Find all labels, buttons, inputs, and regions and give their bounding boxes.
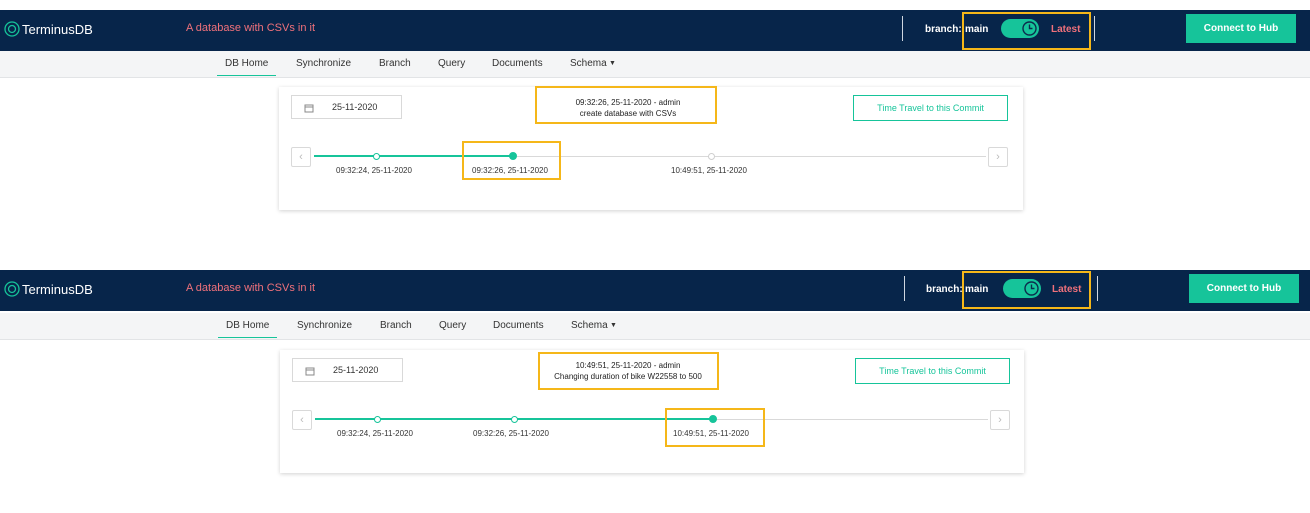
- tab-documents[interactable]: Documents: [493, 320, 544, 331]
- tab-schema[interactable]: Schema: [570, 58, 607, 69]
- database-title: A database with CSVs in it: [186, 22, 316, 34]
- time-travel-button[interactable]: Time Travel to this Commit: [855, 358, 1010, 384]
- timeline-track: [514, 156, 986, 157]
- tab-query[interactable]: Query: [438, 58, 465, 69]
- tab-db-home[interactable]: DB Home: [218, 320, 278, 338]
- tab-synchronize[interactable]: Synchronize: [297, 320, 352, 331]
- highlight-commit-info: [538, 352, 719, 390]
- tab-branch[interactable]: Branch: [380, 320, 412, 331]
- tab-query[interactable]: Query: [439, 320, 466, 331]
- connect-to-hub-button[interactable]: Connect to Hub: [1186, 14, 1296, 43]
- branch-label: branch:: [925, 24, 962, 35]
- commit-marker[interactable]: [373, 153, 380, 160]
- highlight-branch-toggle: [962, 12, 1091, 50]
- date-picker[interactable]: 25-11-2020: [292, 358, 403, 382]
- commit-marker[interactable]: [374, 416, 381, 423]
- commit-time-label: 09:32:24, 25-11-2020: [337, 429, 413, 438]
- chevron-right-icon[interactable]: ›: [988, 147, 1008, 167]
- commit-marker[interactable]: [708, 153, 715, 160]
- screenshot-panel-2: TerminusDB A database with CSVs in it br…: [0, 260, 1310, 513]
- divider: [904, 276, 905, 301]
- brand-name[interactable]: TerminusDB: [22, 282, 93, 297]
- top-bar: TerminusDB A database with CSVs in it br…: [0, 270, 1310, 311]
- tab-branch[interactable]: Branch: [379, 58, 411, 69]
- divider: [902, 16, 903, 41]
- highlight-selected-commit: [665, 408, 765, 447]
- database-title: A database with CSVs in it: [186, 282, 316, 294]
- chevron-left-icon[interactable]: ‹: [292, 410, 312, 430]
- date-value: 25-11-2020: [332, 102, 378, 112]
- tab-documents[interactable]: Documents: [492, 58, 543, 69]
- calendar-icon: [305, 367, 315, 376]
- divider: [1097, 276, 1098, 301]
- tab-db-home[interactable]: DB Home: [217, 58, 277, 76]
- branch-label: branch:: [926, 284, 963, 295]
- date-picker[interactable]: 25-11-2020: [291, 95, 402, 119]
- brand-name[interactable]: TerminusDB: [22, 22, 93, 37]
- divider: [1094, 16, 1095, 41]
- terminusdb-logo-icon[interactable]: [4, 281, 20, 297]
- chevron-left-icon[interactable]: ‹: [291, 147, 311, 167]
- commit-time-label: 10:49:51, 25-11-2020: [671, 166, 747, 175]
- nav-bar: DB Home Synchronize Branch Query Documen…: [0, 313, 1310, 340]
- tab-synchronize[interactable]: Synchronize: [296, 58, 351, 69]
- terminusdb-logo-icon[interactable]: [4, 21, 20, 37]
- time-travel-button[interactable]: Time Travel to this Commit: [853, 95, 1008, 121]
- tab-schema[interactable]: Schema: [571, 320, 608, 331]
- commit-marker[interactable]: [511, 416, 518, 423]
- chevron-right-icon[interactable]: ›: [990, 410, 1010, 430]
- commit-time-label: 09:32:24, 25-11-2020: [336, 166, 412, 175]
- caret-down-icon: ▼: [610, 322, 617, 329]
- highlight-commit-info: [535, 86, 717, 124]
- nav-bar: DB Home Synchronize Branch Query Documen…: [0, 51, 1310, 78]
- top-bar: TerminusDB A database with CSVs in it br…: [0, 10, 1310, 51]
- calendar-icon: [304, 104, 314, 113]
- connect-to-hub-button[interactable]: Connect to Hub: [1189, 274, 1299, 303]
- caret-down-icon: ▼: [609, 60, 616, 67]
- date-value: 25-11-2020: [333, 365, 379, 375]
- highlight-selected-commit: [462, 141, 561, 180]
- highlight-branch-toggle: [962, 271, 1091, 309]
- screenshot-panel-1: TerminusDB A database with CSVs in it br…: [0, 0, 1310, 260]
- commit-time-label: 09:32:26, 25-11-2020: [473, 429, 549, 438]
